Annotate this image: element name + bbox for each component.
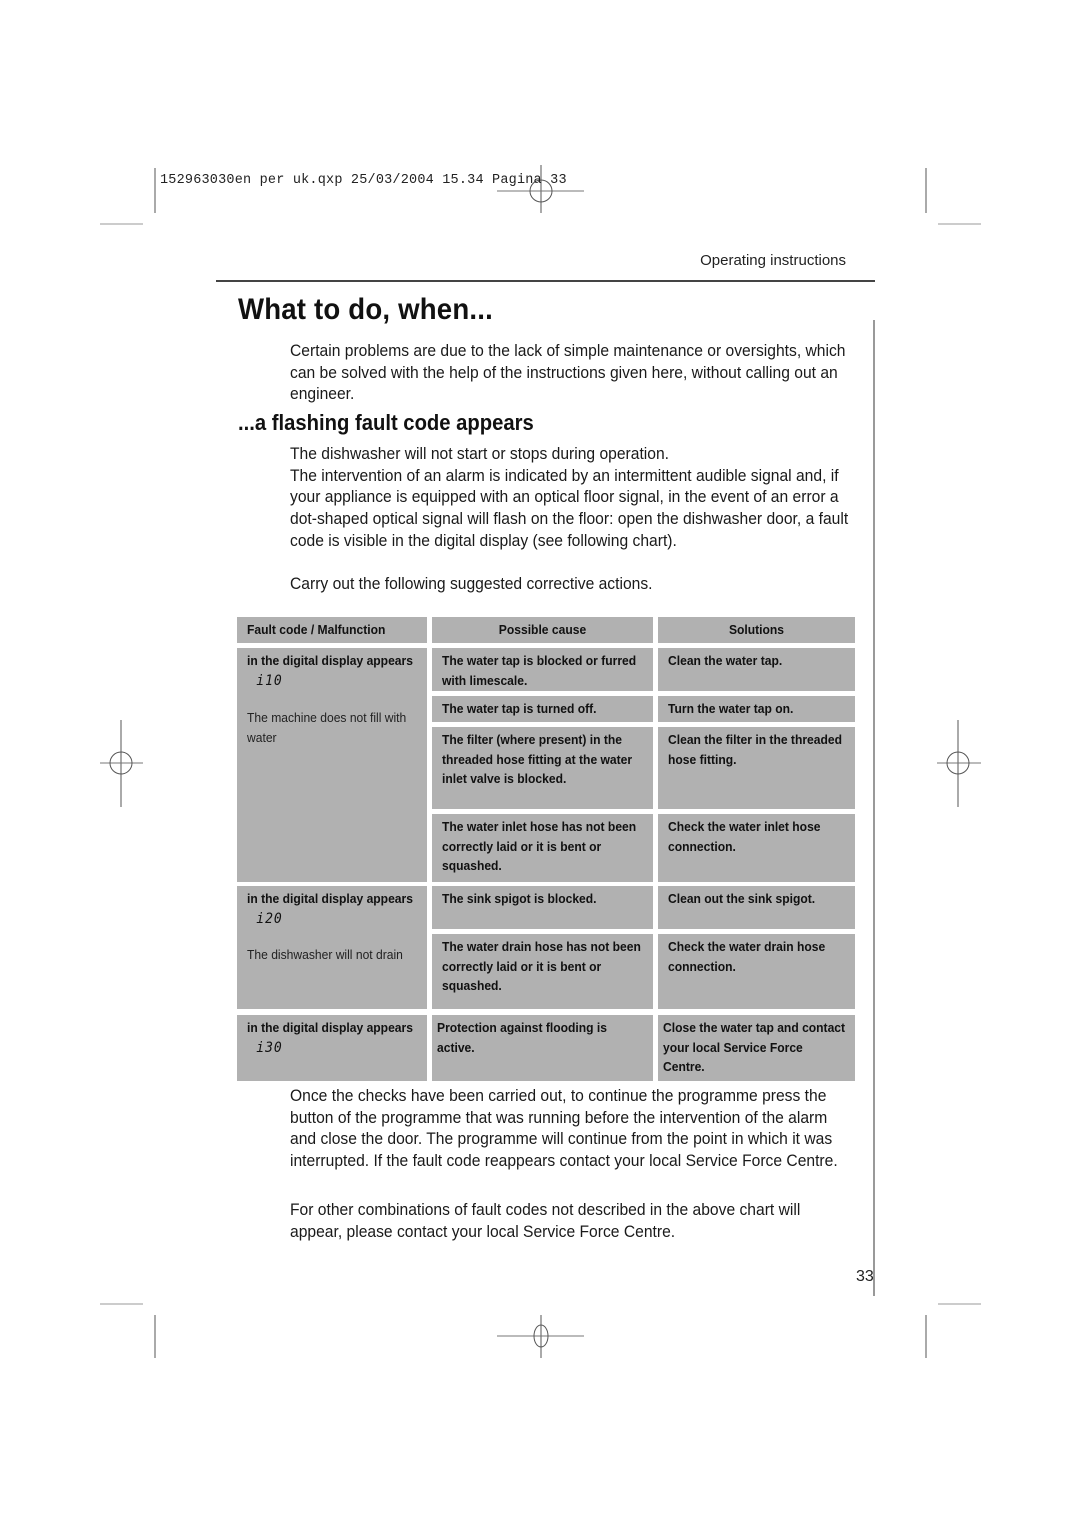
paragraph-alarm: The intervention of an alarm is indicate… [290, 465, 849, 550]
section-header: Operating instructions [700, 252, 846, 269]
solution-cell: Turn the water tap on. [658, 696, 855, 722]
page-number: 33 [856, 1268, 874, 1285]
fault-cell-i10: in the digital display appears i10 The m… [237, 648, 427, 882]
paragraph-corrective: Carry out the following suggested correc… [290, 574, 653, 593]
fault-cell-i30: in the digital display appears i30 [237, 1015, 427, 1081]
print-slug: 152963030en per uk.qxp 25/03/2004 15.34 … [160, 173, 567, 188]
fault-label: in the digital display appears [247, 653, 413, 668]
cause-cell: The sink spigot is blocked. [432, 886, 653, 929]
cause-cell: The water drain hose has not been correc… [432, 934, 653, 1009]
header-fault-code: Fault code / Malfunction [237, 617, 427, 643]
description-paragraph: The dishwasher will not start or stops d… [290, 443, 856, 552]
fault-label: in the digital display appears [247, 1020, 413, 1035]
paragraph-continue: Once the checks have been carried out, t… [290, 1086, 838, 1171]
fault-code-i10: i10 [256, 672, 283, 689]
fault-code-i20: i20 [256, 910, 283, 927]
solution-cell: Check the water drain hose connection. [658, 934, 855, 1009]
solution-cell: Clean out the sink spigot. [658, 886, 855, 929]
cause-cell: The filter (where present) in the thread… [432, 727, 653, 809]
solution-cell: Clean the filter in the threaded hose fi… [658, 727, 855, 809]
malfunction-text: The dishwasher will not drain [247, 947, 403, 963]
header-solutions: Solutions [658, 617, 855, 643]
fault-code-i30: i30 [256, 1039, 283, 1056]
cause-cell: Protection against flooding is active. [432, 1015, 653, 1081]
fault-label: in the digital display appears [247, 891, 413, 906]
solution-cell: Close the water tap and contact your loc… [658, 1015, 855, 1081]
malfunction-text: The machine does not fill with water [247, 710, 407, 745]
solution-cell: Clean the water tap. [658, 648, 855, 691]
cause-cell: The water tap is blocked or furred with … [432, 648, 653, 691]
fault-cell-i20: in the digital display appears i20 The d… [237, 886, 427, 1009]
cause-cell: The water inlet hose has not been correc… [432, 814, 653, 882]
page-title: What to do, when... [238, 293, 493, 326]
cause-cell: The water tap is turned off. [432, 696, 653, 722]
intro-paragraph: Certain problems are due to the lack of … [290, 341, 846, 404]
paragraph-start-stop: The dishwasher will not start or stops d… [290, 444, 670, 463]
paragraph-other-codes: For other combinations of fault codes no… [290, 1200, 801, 1241]
header-rule [216, 280, 875, 282]
section-subtitle: ...a flashing fault code appears [238, 410, 534, 435]
header-possible-cause: Possible cause [432, 617, 653, 643]
solution-cell: Check the water inlet hose connection. [658, 814, 855, 882]
